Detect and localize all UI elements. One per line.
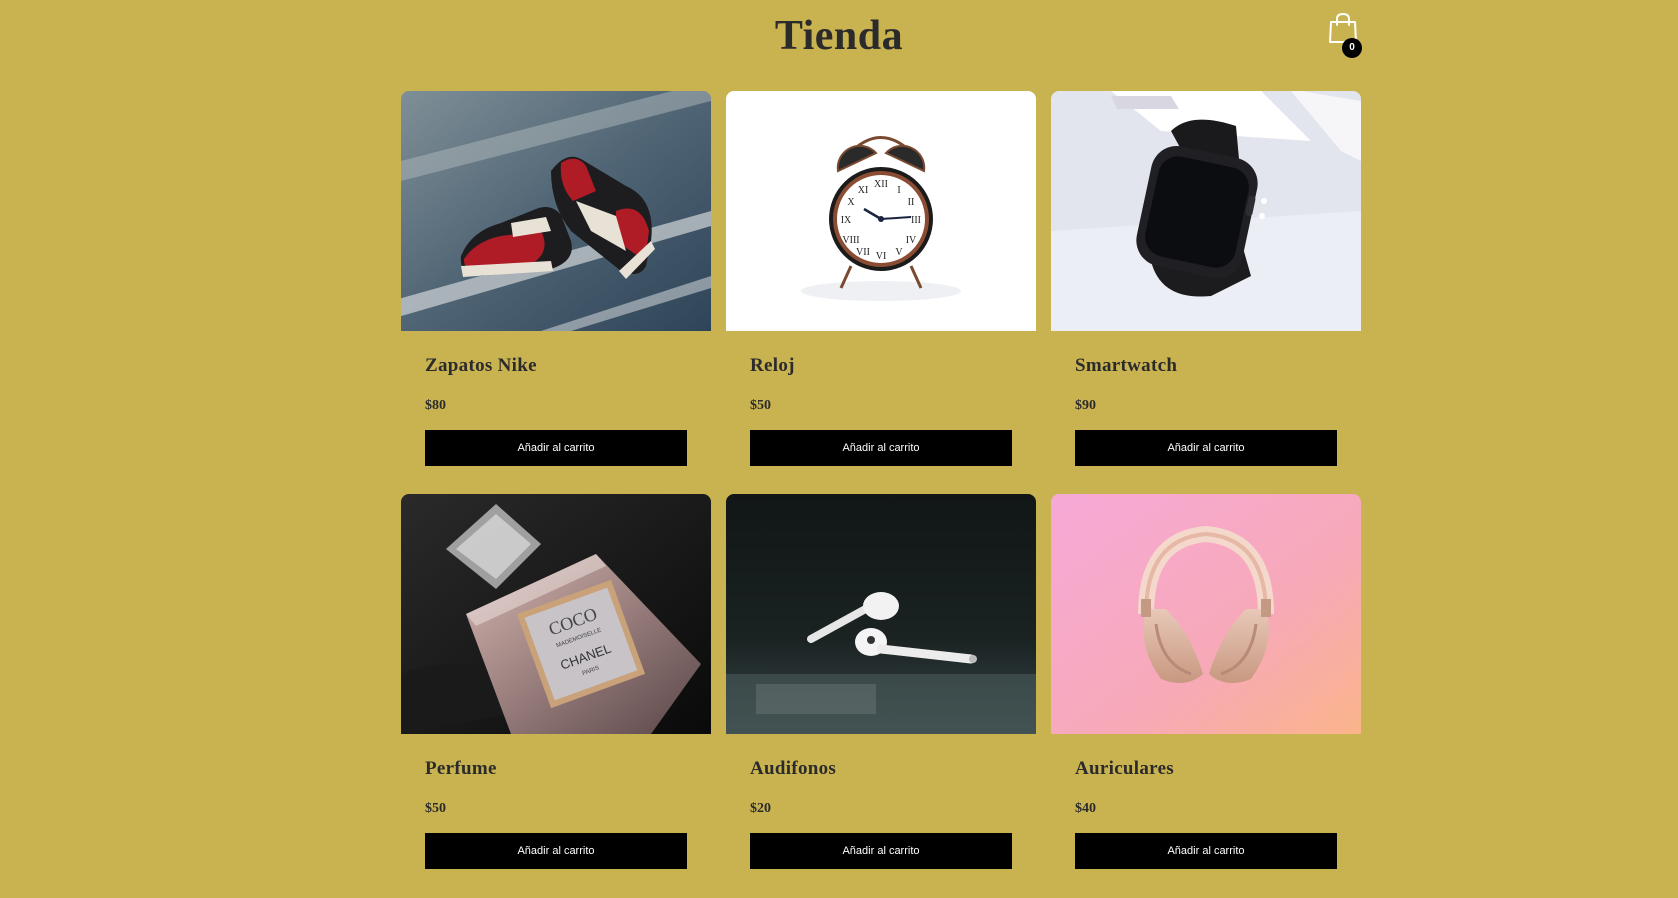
add-to-cart-button[interactable]: Añadir al carrito	[750, 430, 1012, 466]
product-price: $20	[750, 801, 771, 816]
add-to-cart-button[interactable]: Añadir al carrito	[750, 833, 1012, 869]
add-to-cart-button[interactable]: Añadir al carrito	[425, 833, 687, 869]
earbuds-photo	[726, 494, 1036, 734]
product-price: $40	[1075, 801, 1096, 816]
svg-text:XI: XI	[858, 185, 869, 196]
headphones-photo	[1051, 494, 1361, 734]
add-to-cart-button[interactable]: Añadir al carrito	[1075, 430, 1337, 466]
product-card: XII III VI IX I II IV V VII VIII X XI Re…	[726, 91, 1036, 494]
svg-text:X: X	[847, 197, 855, 208]
add-to-cart-button[interactable]: Añadir al carrito	[425, 430, 687, 466]
svg-text:IV: IV	[906, 235, 917, 246]
product-card: Auriculares $40 Añadir al carrito	[1051, 494, 1361, 897]
product-name: Smartwatch	[1075, 355, 1178, 376]
header: Tienda 0	[0, 0, 1678, 88]
product-name: Perfume	[425, 758, 497, 779]
alarm-clock-photo: XII III VI IX I II IV V VII VIII X XI	[726, 91, 1036, 331]
sneakers-photo	[401, 91, 711, 331]
svg-text:VIII: VIII	[842, 235, 859, 246]
smartwatch-photo	[1051, 91, 1361, 331]
svg-text:III: III	[911, 215, 921, 226]
product-name: Audifonos	[750, 758, 837, 779]
product-price: $50	[425, 801, 446, 816]
product-grid: Zapatos Nike $80 Añadir al carrito XII I…	[401, 91, 1361, 897]
svg-text:V: V	[895, 247, 903, 258]
page-title: Tienda	[774, 13, 904, 59]
add-to-cart-button[interactable]: Añadir al carrito	[1075, 833, 1337, 869]
product-price: $90	[1075, 398, 1096, 413]
cart-count-badge: 0	[1342, 38, 1362, 58]
cart-button[interactable]: 0	[1328, 12, 1364, 58]
product-name: Auriculares	[1075, 758, 1174, 779]
perfume-bottle-photo: COCO MADEMOISELLE CHANEL PARIS	[401, 494, 711, 734]
product-name: Zapatos Nike	[425, 355, 537, 376]
product-price: $80	[425, 398, 446, 413]
product-card: Zapatos Nike $80 Añadir al carrito	[401, 91, 711, 494]
product-price: $50	[750, 398, 771, 413]
svg-text:I: I	[897, 185, 900, 196]
svg-text:VI: VI	[876, 251, 887, 262]
product-card: Audifonos $20 Añadir al carrito	[726, 494, 1036, 897]
svg-text:VII: VII	[856, 247, 870, 258]
product-card: Smartwatch $90 Añadir al carrito	[1051, 91, 1361, 494]
product-card: COCO MADEMOISELLE CHANEL PARIS Perfume $…	[401, 494, 711, 897]
svg-text:XII: XII	[874, 179, 888, 190]
product-name: Reloj	[750, 355, 795, 376]
svg-text:II: II	[908, 197, 915, 208]
svg-text:IX: IX	[841, 215, 852, 226]
